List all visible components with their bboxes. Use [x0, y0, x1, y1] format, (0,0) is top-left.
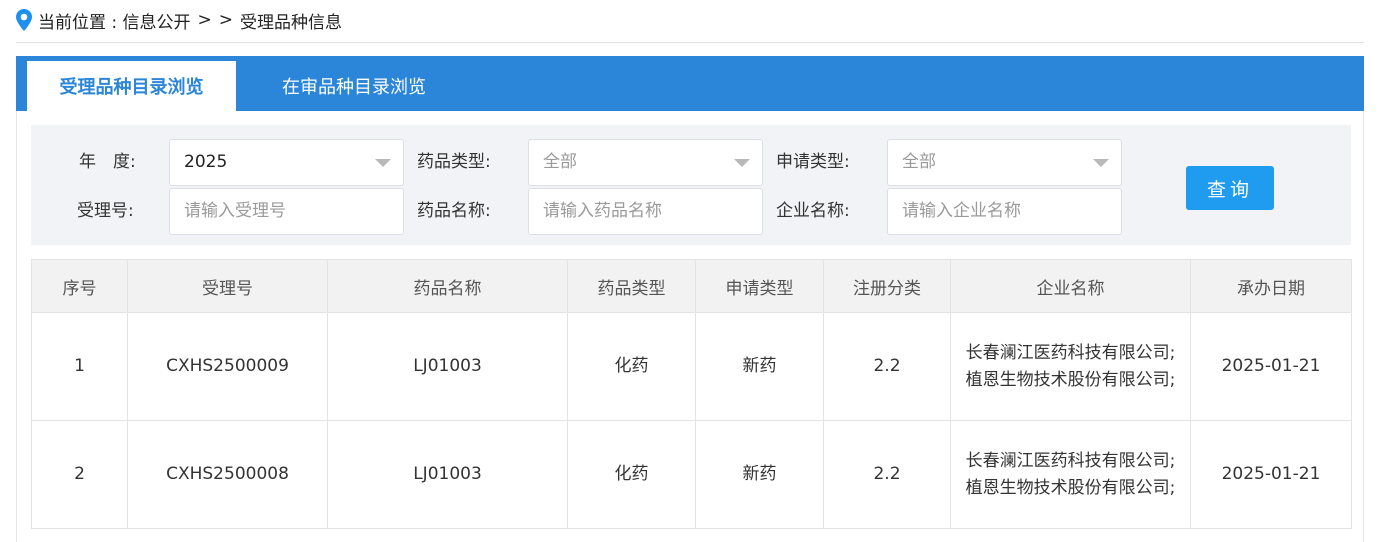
cell-accept-no: CXHS2500009: [127, 312, 328, 421]
cell-accept-no: CXHS2500008: [127, 420, 328, 529]
cell-drug-name: LJ01003: [327, 312, 568, 421]
drug-type-value: 全部: [543, 152, 577, 172]
header-index: 序号: [31, 259, 128, 313]
breadcrumb-prefix[interactable]: 当前位置 : 信息公开: [38, 8, 191, 33]
company-input[interactable]: 请输入企业名称: [887, 188, 1122, 235]
cell-company: 长春澜江医药科技有限公司;植恩生物技术股份有限公司;: [950, 312, 1191, 421]
header-date: 承办日期: [1190, 259, 1352, 313]
cell-company: 长春澜江医药科技有限公司;植恩生物技术股份有限公司;: [950, 420, 1191, 529]
header-company: 企业名称: [950, 259, 1191, 313]
cell-reg-class: 2.2: [823, 312, 951, 421]
company-label: 企业名称:: [776, 201, 850, 221]
chevron-down-icon: [734, 159, 750, 167]
cell-date: 2025-01-21: [1190, 420, 1352, 529]
table-row[interactable]: 2 CXHS2500008 LJ01003 化药 新药 2.2 长春澜江医药科技…: [31, 420, 1352, 529]
cell-reg-class: 2.2: [823, 420, 951, 529]
apply-type-label: 申请类型:: [776, 152, 850, 172]
header-accept-no: 受理号: [127, 259, 328, 313]
year-value: 2025: [184, 152, 228, 172]
header-drug-name: 药品名称: [327, 259, 568, 313]
accept-no-label: 受理号:: [77, 201, 134, 221]
location-pin-icon: [16, 9, 32, 31]
breadcrumb-current: 受理品种信息: [240, 12, 343, 33]
breadcrumb-separator: >: [197, 10, 212, 30]
cell-date: 2025-01-21: [1190, 312, 1352, 421]
apply-type-value: 全部: [902, 152, 936, 172]
table-row[interactable]: 1 CXHS2500009 LJ01003 化药 新药 2.2 长春澜江医药科技…: [31, 312, 1352, 421]
query-button[interactable]: 查询: [1186, 166, 1274, 210]
tab-accepted-catalog[interactable]: 受理品种目录浏览: [27, 61, 236, 111]
drug-name-input[interactable]: 请输入药品名称: [528, 188, 763, 235]
header-reg-class: 注册分类: [823, 259, 951, 313]
cell-index: 2: [31, 420, 128, 529]
year-select[interactable]: 2025: [169, 139, 404, 186]
results-table: 序号 受理号 药品名称 药品类型 申请类型 注册分类 企业名称 承办日期 1 C…: [31, 259, 1352, 529]
drug-type-select[interactable]: 全部: [528, 139, 763, 186]
tab-bar: 受理品种目录浏览 在审品种目录浏览: [16, 56, 1364, 111]
tab-under-review-catalog[interactable]: 在审品种目录浏览: [248, 61, 460, 111]
cell-drug-name: LJ01003: [327, 420, 568, 529]
table-header-row: 序号 受理号 药品名称 药品类型 申请类型 注册分类 企业名称 承办日期: [31, 259, 1352, 313]
drug-type-label: 药品类型:: [417, 152, 491, 172]
breadcrumb-separator: >: [218, 10, 234, 30]
chevron-down-icon: [375, 159, 391, 167]
breadcrumb: 当前位置 : 信息公开 > > 受理品种信息: [16, 6, 342, 34]
apply-type-select[interactable]: 全部: [887, 139, 1122, 186]
drug-name-label: 药品名称:: [417, 201, 491, 221]
header-apply-type: 申请类型: [695, 259, 824, 313]
cell-apply-type: 新药: [695, 312, 824, 421]
year-label: 年 度:: [79, 152, 136, 172]
main-panel: 受理品种目录浏览 在审品种目录浏览 年 度: 2025 药品类型: 全部 申请类…: [16, 56, 1364, 542]
accept-no-input[interactable]: 请输入受理号: [169, 188, 404, 235]
filter-form: 年 度: 2025 药品类型: 全部 申请类型: 全部 受理号: 请输入受理号 …: [31, 125, 1351, 245]
cell-drug-type: 化药: [567, 312, 696, 421]
cell-index: 1: [31, 312, 128, 421]
chevron-down-icon: [1093, 159, 1109, 167]
cell-apply-type: 新药: [695, 420, 824, 529]
header-drug-type: 药品类型: [567, 259, 696, 313]
cell-drug-type: 化药: [567, 420, 696, 529]
divider: [16, 42, 1364, 43]
